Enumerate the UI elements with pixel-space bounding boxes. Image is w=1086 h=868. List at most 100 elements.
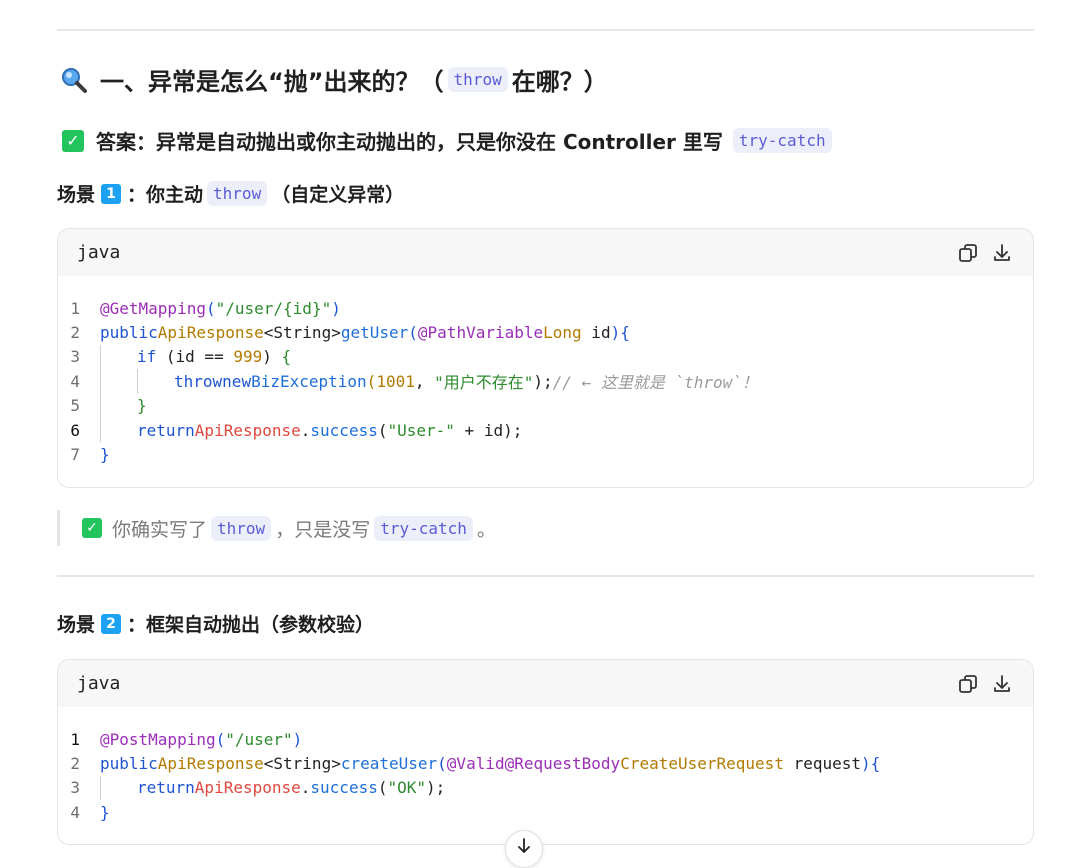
code-line: 4 throw new BizException(1001, "用户不存在"); … (58, 369, 1033, 394)
token: ); (533, 371, 553, 391)
code-line: 4} (58, 800, 1033, 824)
token: public (100, 323, 158, 343)
token: { (281, 347, 292, 367)
section-heading-code: throw (447, 67, 508, 92)
scene-1-suffix: （自定义异常） (271, 184, 405, 206)
token: ( (215, 729, 226, 749)
middle-divider (57, 575, 1034, 577)
scene-1-heading: 场景 1 ：你主动 throw （自定义异常） (57, 180, 404, 207)
token: ApiResponse (194, 778, 301, 798)
token: success (310, 778, 378, 798)
token: 999 (233, 347, 263, 367)
quote-prefix: 你确实写了 (112, 518, 208, 541)
scene-1-code: throw (207, 181, 268, 206)
scene-2-middle: ：框架自动抛出（参数校验） (127, 614, 375, 636)
code-block-2-body: 1 @PostMapping("/user") 2 public ApiRespon… (58, 707, 1033, 825)
download-icon[interactable] (991, 242, 1013, 264)
token: ( (408, 323, 418, 343)
token: @PostMapping (100, 729, 216, 749)
token: ( (377, 778, 388, 798)
code-line: 2 public ApiResponse <String> getUser(@Pat… (58, 320, 1033, 344)
token: { (620, 323, 630, 343)
indent-guide (100, 344, 137, 370)
check-box-icon: ✓ (62, 129, 84, 152)
token: ) (610, 323, 621, 343)
copy-icon[interactable] (957, 242, 979, 264)
code-block-2-tools (957, 673, 1013, 695)
code-line: 1 @PostMapping("/user") (58, 727, 1033, 751)
code-block-2-language: java (77, 673, 121, 694)
answer-line: ✓ 答案：异常是自动抛出或你主动抛出的，只是你没在 Controller 里写 … (62, 126, 836, 155)
indent-guide (100, 417, 137, 443)
scroll-to-bottom-button[interactable] (505, 830, 543, 868)
scene-2-prefix: 场景 (57, 614, 96, 636)
token: // ← 这里就是 `throw`！ (552, 373, 758, 393)
line-number: 1 (70, 729, 80, 749)
token: ( (437, 754, 447, 774)
line-number: 7 (70, 445, 80, 465)
token: ) (262, 347, 282, 367)
line-number: 2 (70, 323, 80, 343)
token: ) (292, 729, 303, 749)
section-heading-prefix: 一、异常是怎么“抛”出来的？（ (100, 68, 444, 96)
line-number: 6 (70, 420, 80, 440)
line-number: 4 (70, 802, 80, 822)
code-block-1: java 1 @GetMapping("/user/{id}") 2 public … (57, 228, 1034, 488)
indent-guide (100, 369, 137, 394)
token: "User-" (387, 420, 455, 440)
token: ( (366, 371, 377, 391)
quote-middle: ，只是没写 (275, 518, 371, 541)
code-line: 2 public ApiResponse <String> createUser(@… (58, 751, 1033, 775)
token: request (783, 754, 862, 774)
download-icon[interactable] (991, 673, 1013, 695)
token: ApiResponse (194, 420, 301, 440)
token: ) (331, 298, 341, 318)
arrow-down-icon (518, 838, 530, 853)
code-block-1-language: java (77, 242, 121, 263)
code-block-1-tools (957, 242, 1013, 264)
check-box-icon: ✓ (82, 518, 102, 538)
token: ) (861, 754, 871, 774)
keycap-1-icon: 1 (101, 183, 122, 204)
token: new (222, 371, 252, 391)
magnifier-icon (62, 67, 87, 93)
token: ApiResponse (157, 323, 264, 343)
token: . (300, 778, 311, 798)
line-number: 3 (70, 347, 80, 367)
token: <String> (263, 323, 341, 343)
section-heading: 一、异常是怎么“抛”出来的？（ throw 在哪？） (60, 62, 608, 97)
answer-text: 答案：异常是自动抛出或你主动抛出的，只是你没在 Controller 里写 (96, 130, 723, 154)
token: "/user" (225, 729, 293, 749)
quote-suffix: 。 (476, 518, 496, 541)
token: id (581, 323, 611, 343)
indent-guide (100, 775, 137, 801)
code-block-1-body: 1 @GetMapping("/user/{id}") 2 public ApiRe… (58, 276, 1033, 467)
quote-code-1: throw (211, 515, 272, 541)
code-line: 3 return ApiResponse. success("OK"); (58, 775, 1033, 801)
token: "/user/{id}" (215, 298, 332, 318)
line-number: 3 (70, 778, 80, 798)
code-line: 3 if (id == 999) { (58, 344, 1033, 370)
answer-code: try-catch (732, 128, 832, 153)
token: } (100, 445, 110, 465)
token: , (414, 371, 435, 391)
line-number: 5 (70, 396, 80, 416)
copy-icon[interactable] (957, 673, 979, 695)
indent-guide (137, 369, 174, 394)
scene-1-prefix: 场景 (57, 184, 96, 206)
code-block-2-header: java (58, 660, 1033, 707)
code-block-2: java 1 @PostMapping("/user") 2 public ApiR… (57, 659, 1034, 845)
keycap-2-icon: 2 (101, 613, 122, 634)
token: success (310, 420, 378, 440)
token: + id); (454, 420, 523, 440)
code-line: 6 return ApiResponse. success("User-" + id… (58, 417, 1033, 443)
token: public (100, 754, 158, 774)
line-number: 2 (70, 754, 80, 774)
token: @Valid (446, 754, 505, 774)
blockquote: ✓ 你确实写了 throw ，只是没写 try-catch 。 (57, 510, 496, 546)
token: (id == (156, 347, 234, 367)
token: CreateUserRequest (620, 754, 784, 774)
token: createUser (340, 754, 438, 774)
code-block-1-header: java (58, 229, 1033, 276)
token: getUser (340, 323, 409, 343)
